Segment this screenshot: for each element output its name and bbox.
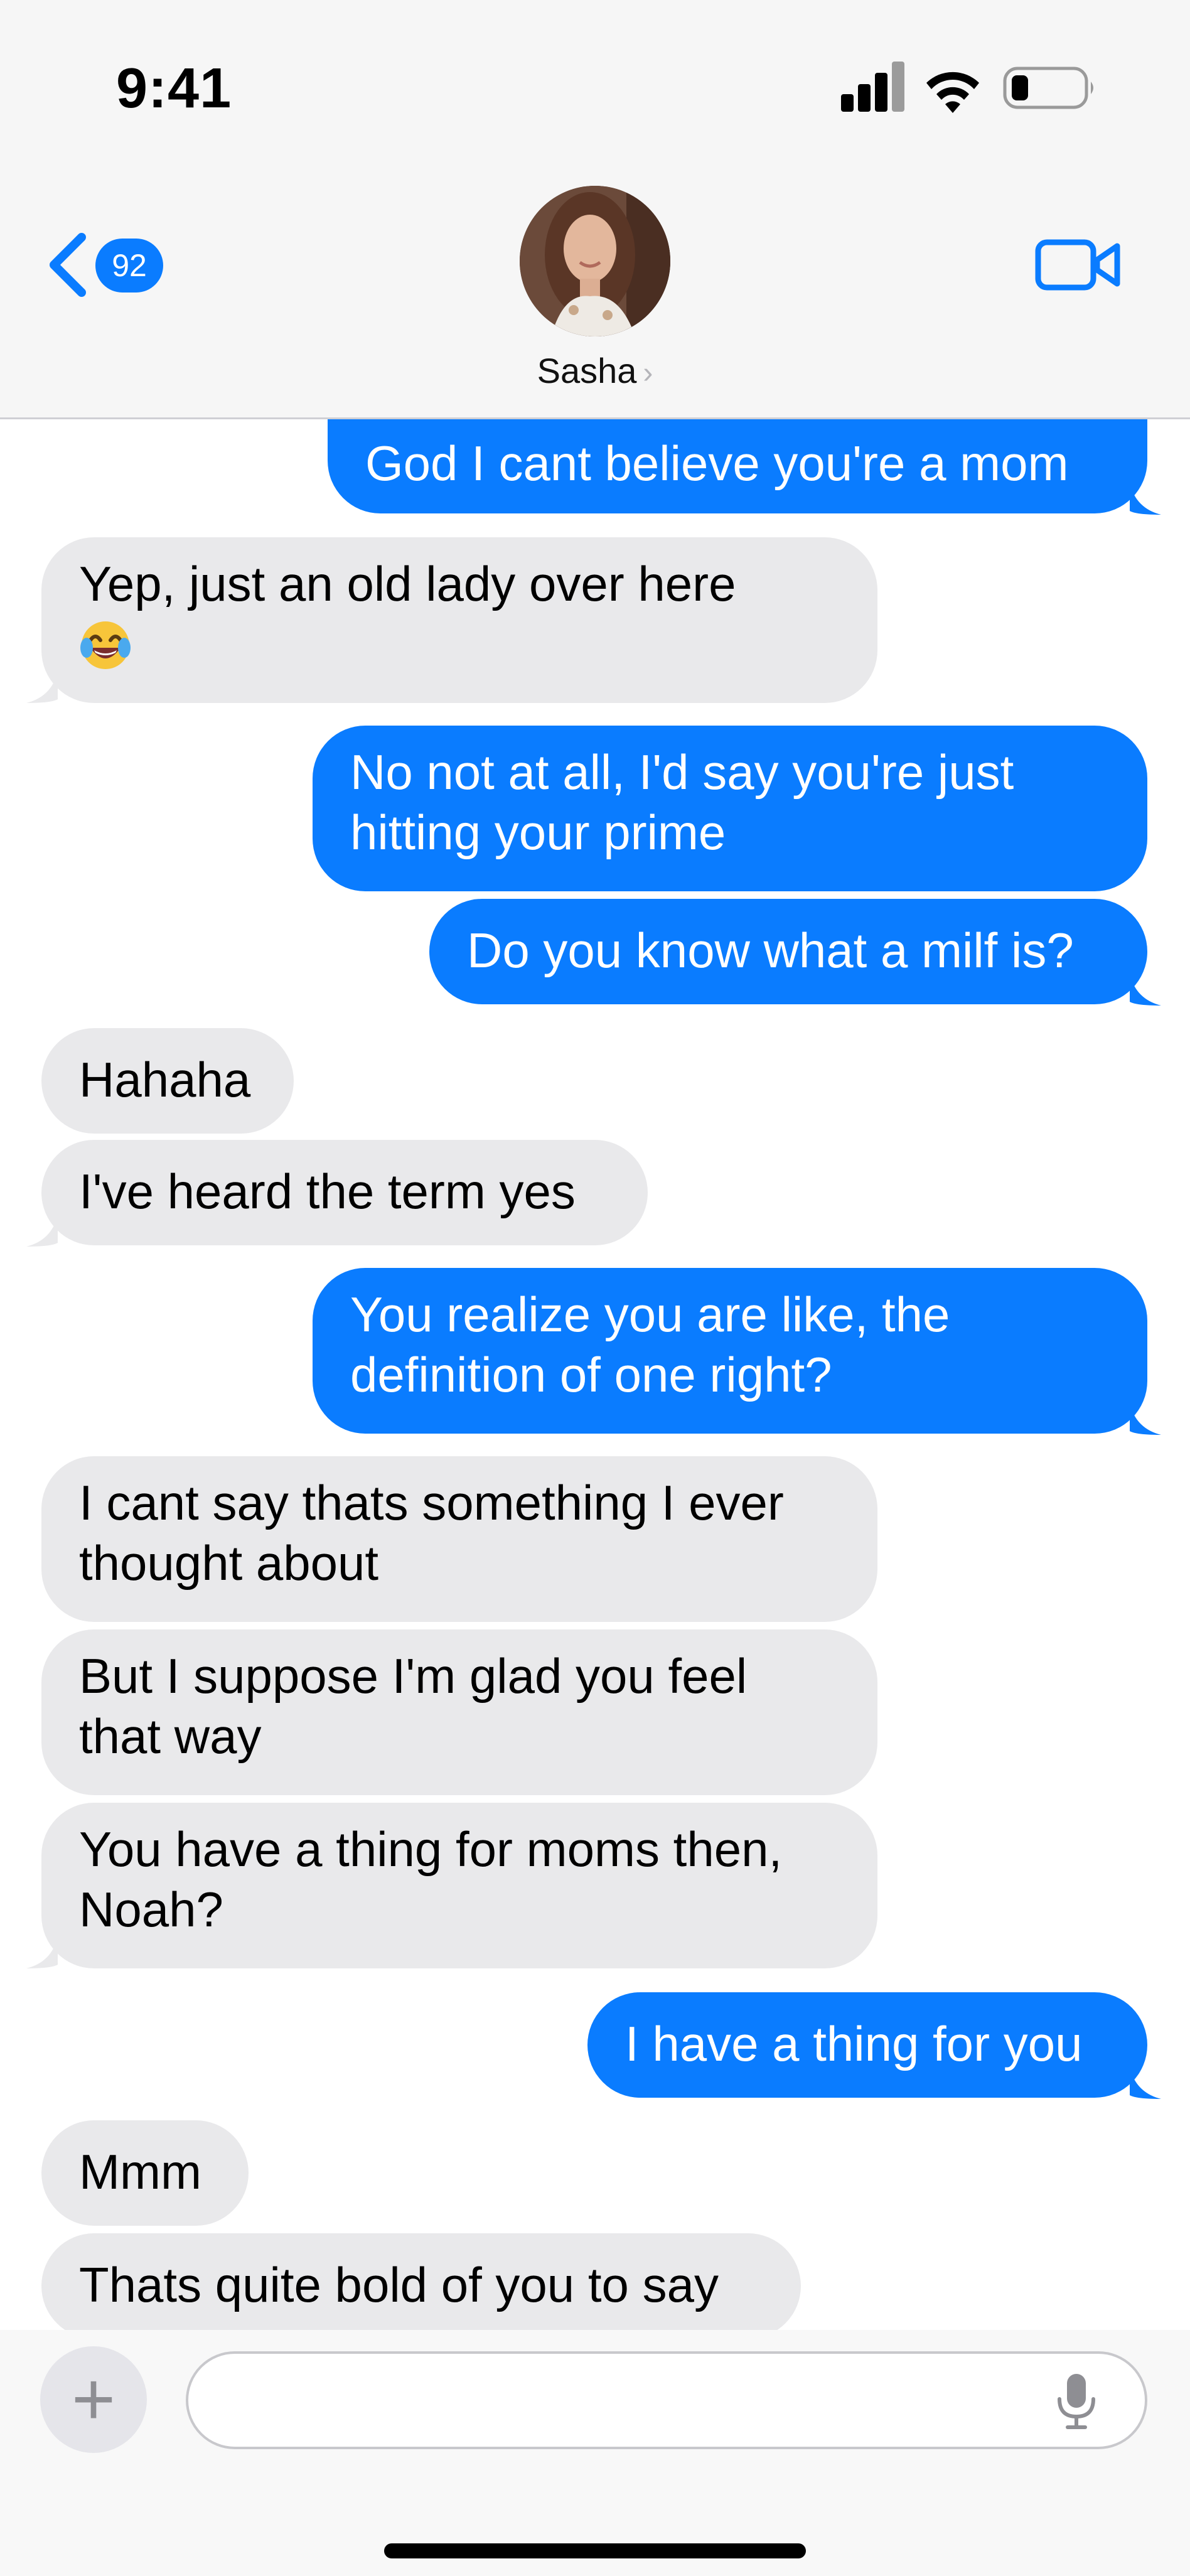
sent-message[interactable]: No not at all, I'd say you're just hitti… — [313, 726, 1147, 891]
received-message[interactable]: But I suppose I'm glad you feel that way — [41, 1629, 877, 1795]
bubble-tail — [26, 672, 58, 703]
sent-message[interactable]: You realize you are like, the definition… — [313, 1268, 1147, 1434]
bubble-tail — [1130, 1403, 1161, 1435]
received-message[interactable]: Hahaha — [41, 1028, 294, 1134]
chevron-right-icon: › — [643, 357, 653, 390]
contact-name: Sasha — [537, 351, 637, 390]
sent-message[interactable]: Do you know what a milf is? — [429, 899, 1147, 1004]
battery-icon — [1003, 67, 1093, 109]
composer-bar: + — [0, 2330, 1190, 2576]
bubble-tail — [1130, 2068, 1161, 2099]
add-attachment-button[interactable]: + — [40, 2346, 147, 2453]
received-message[interactable]: Mmm — [41, 2120, 249, 2226]
sent-message[interactable]: I have a thing for you — [587, 1992, 1147, 2098]
received-message[interactable]: I cant say thats something I ever though… — [41, 1456, 877, 1622]
contact-name-row: Sasha › — [501, 350, 689, 391]
status-time: 9:41 — [116, 57, 232, 120]
face-with-tears-of-joy-icon — [80, 621, 131, 669]
wifi-icon — [926, 72, 979, 113]
cellular-signal-icon — [841, 62, 905, 113]
bubble-tail — [1130, 483, 1161, 515]
chevron-left-icon — [50, 233, 86, 297]
unread-count-badge: 92 — [95, 239, 163, 292]
home-indicator[interactable] — [384, 2543, 806, 2558]
received-message[interactable]: Yep, just an old lady over here — [41, 537, 877, 703]
back-button[interactable]: 92 — [45, 226, 171, 301]
bubble-tail — [26, 1215, 58, 1247]
contact-info-button[interactable]: Sasha › — [501, 186, 689, 405]
received-message[interactable]: You have a thing for moms then, Noah? — [41, 1803, 877, 1968]
avatar — [520, 186, 670, 336]
received-message[interactable]: Thats quite bold of you to say — [41, 2233, 801, 2339]
received-message[interactable]: I've heard the term yes — [41, 1140, 648, 1245]
conversation-header: 9:41 92 Sasha › — [0, 0, 1190, 419]
message-input[interactable] — [186, 2351, 1147, 2449]
video-call-button[interactable] — [1034, 233, 1122, 296]
bubble-tail — [26, 1937, 58, 1968]
bubble-tail — [1130, 974, 1161, 1006]
sent-message[interactable]: God I cant believe you're a mom — [328, 419, 1147, 513]
microphone-icon[interactable] — [1054, 2371, 1098, 2432]
